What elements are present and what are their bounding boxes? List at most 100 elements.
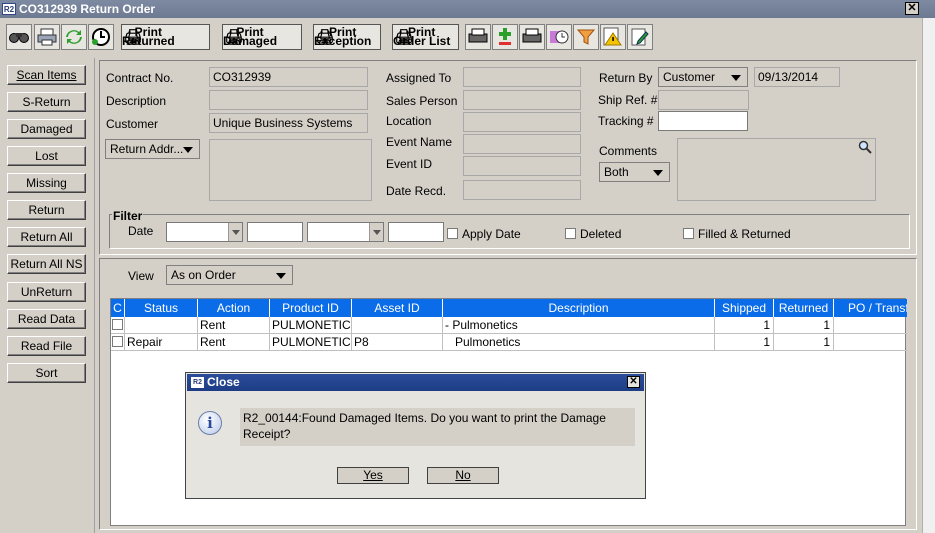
- confirm-dialog: R2 Close ✕ i R2_00144:Found Damaged Items…: [185, 372, 646, 499]
- assigned-to-field[interactable]: [463, 67, 581, 87]
- column-header[interactable]: Action: [198, 299, 270, 317]
- table-cell[interactable]: Rent: [198, 334, 270, 351]
- row-checkbox[interactable]: [112, 319, 123, 330]
- return-all-button[interactable]: Return All: [7, 227, 86, 247]
- edit-icon[interactable]: [627, 24, 653, 50]
- return-by-dropdown[interactable]: Customer: [658, 67, 748, 87]
- return-by-label: Return By: [599, 71, 653, 85]
- sort-button[interactable]: Sort: [7, 363, 86, 383]
- binoculars-icon[interactable]: [6, 24, 32, 50]
- return-date-field[interactable]: 09/13/2014: [754, 67, 840, 87]
- table-cell[interactable]: 1: [715, 317, 774, 334]
- read-file-button[interactable]: Read File: [7, 336, 86, 356]
- search-icon[interactable]: [858, 140, 872, 159]
- view-dropdown[interactable]: As on Order: [166, 265, 293, 285]
- comments-label: Comments: [599, 144, 658, 158]
- damaged-button[interactable]: Damaged: [7, 119, 86, 139]
- comments-scope-dropdown[interactable]: Both: [599, 162, 670, 182]
- apply-date-checkbox[interactable]: [447, 228, 458, 239]
- chevron-down-icon: [232, 230, 240, 235]
- date-recd-field[interactable]: [463, 180, 581, 200]
- table-cell[interactable]: 1: [774, 334, 834, 351]
- table-cell[interactable]: PULMONETICS: [270, 334, 352, 351]
- date-from-combo[interactable]: [166, 222, 243, 242]
- table-cell[interactable]: - Pulmonetics: [443, 317, 715, 334]
- chevron-down-icon: [731, 75, 741, 81]
- return-address-box[interactable]: [209, 139, 372, 201]
- column-header[interactable]: Status: [125, 299, 198, 317]
- column-header[interactable]: Asset ID: [352, 299, 443, 317]
- column-header[interactable]: PO / Transfer: [834, 299, 907, 317]
- print-lines-icon[interactable]: [465, 24, 491, 50]
- sales-person-field[interactable]: [463, 90, 581, 110]
- dialog-close-button[interactable]: ✕: [627, 376, 640, 388]
- schedule-icon[interactable]: [546, 24, 572, 50]
- print-returned-button[interactable]: 🖨 Print Returned: [121, 24, 210, 50]
- date-to-combo[interactable]: [307, 222, 384, 242]
- column-header[interactable]: Shipped: [715, 299, 774, 317]
- column-header[interactable]: Product ID: [270, 299, 352, 317]
- no-button[interactable]: No: [427, 467, 499, 484]
- table-cell[interactable]: [125, 317, 198, 334]
- print-exception-button[interactable]: 🖨 Print Exception: [313, 24, 381, 50]
- column-header[interactable]: Returned: [774, 299, 834, 317]
- row-checkbox[interactable]: [112, 336, 123, 347]
- printer-icon[interactable]: [34, 24, 60, 50]
- warning-icon[interactable]: [600, 24, 626, 50]
- contract-no-field[interactable]: CO312939: [209, 67, 368, 87]
- tracking-label: Tracking #: [598, 114, 654, 128]
- customer-field[interactable]: Unique Business Systems: [209, 113, 368, 133]
- print-damaged-button[interactable]: 🖨 Print Damaged: [222, 24, 302, 50]
- view-label: View: [128, 269, 154, 283]
- print-order-list-button[interactable]: 🖨 Print Order List: [392, 24, 459, 50]
- event-name-field[interactable]: [463, 134, 581, 154]
- ship-ref-field[interactable]: [658, 90, 749, 110]
- yes-button[interactable]: Yes: [337, 467, 409, 484]
- read-data-button[interactable]: Read Data: [7, 309, 86, 329]
- table-cell[interactable]: [111, 317, 125, 334]
- date-to-time-field[interactable]: [388, 222, 444, 242]
- table-cell[interactable]: 1: [715, 334, 774, 351]
- table-cell[interactable]: Rent: [198, 317, 270, 334]
- return-button[interactable]: Return: [7, 200, 86, 220]
- date-recd-label: Date Recd.: [386, 184, 447, 198]
- refresh-icon[interactable]: [61, 24, 87, 50]
- event-id-field[interactable]: [463, 156, 581, 176]
- tracking-field[interactable]: [658, 111, 748, 131]
- scan-items-button[interactable]: Scan Items: [7, 65, 86, 85]
- print-doc-icon[interactable]: [519, 24, 545, 50]
- column-header[interactable]: Description: [443, 299, 715, 317]
- missing-button[interactable]: Missing: [7, 173, 86, 193]
- location-field[interactable]: [463, 112, 581, 132]
- unreturn-button[interactable]: UnReturn: [7, 282, 86, 302]
- s-return-button[interactable]: S-Return: [7, 92, 86, 112]
- chevron-down-icon: [183, 147, 193, 153]
- table-cell[interactable]: P8: [352, 334, 443, 351]
- table-cell[interactable]: [834, 317, 907, 334]
- window-title-bar: R2 CO312939 Return Order ✕: [0, 0, 935, 18]
- lost-button[interactable]: Lost: [7, 146, 86, 166]
- window-scrollbar[interactable]: [922, 18, 935, 533]
- add-icon[interactable]: [492, 24, 518, 50]
- window-close-button[interactable]: ✕: [905, 2, 919, 15]
- table-cell[interactable]: PULMONETICS: [270, 317, 352, 334]
- table-cell[interactable]: [834, 334, 907, 351]
- table-cell[interactable]: [352, 317, 443, 334]
- table-cell[interactable]: 1: [774, 317, 834, 334]
- return-all-ns-button[interactable]: Return All NS: [7, 254, 86, 274]
- date-from-time-field[interactable]: [247, 222, 303, 242]
- table-cell[interactable]: Pulmonetics: [443, 334, 715, 351]
- table-cell[interactable]: [111, 334, 125, 351]
- return-address-dropdown[interactable]: Return Addr...: [105, 139, 200, 159]
- comments-box[interactable]: [677, 138, 876, 201]
- chevron-down-icon: [653, 170, 663, 176]
- column-header[interactable]: C: [111, 299, 125, 317]
- app-icon: R2: [191, 377, 204, 389]
- table-cell[interactable]: Repair: [125, 334, 198, 351]
- clock-icon[interactable]: [88, 24, 114, 50]
- deleted-checkbox[interactable]: [565, 228, 576, 239]
- filter-icon[interactable]: [573, 24, 599, 50]
- assigned-to-label: Assigned To: [386, 71, 452, 85]
- filled-returned-checkbox[interactable]: [683, 228, 694, 239]
- description-field[interactable]: [209, 90, 368, 110]
